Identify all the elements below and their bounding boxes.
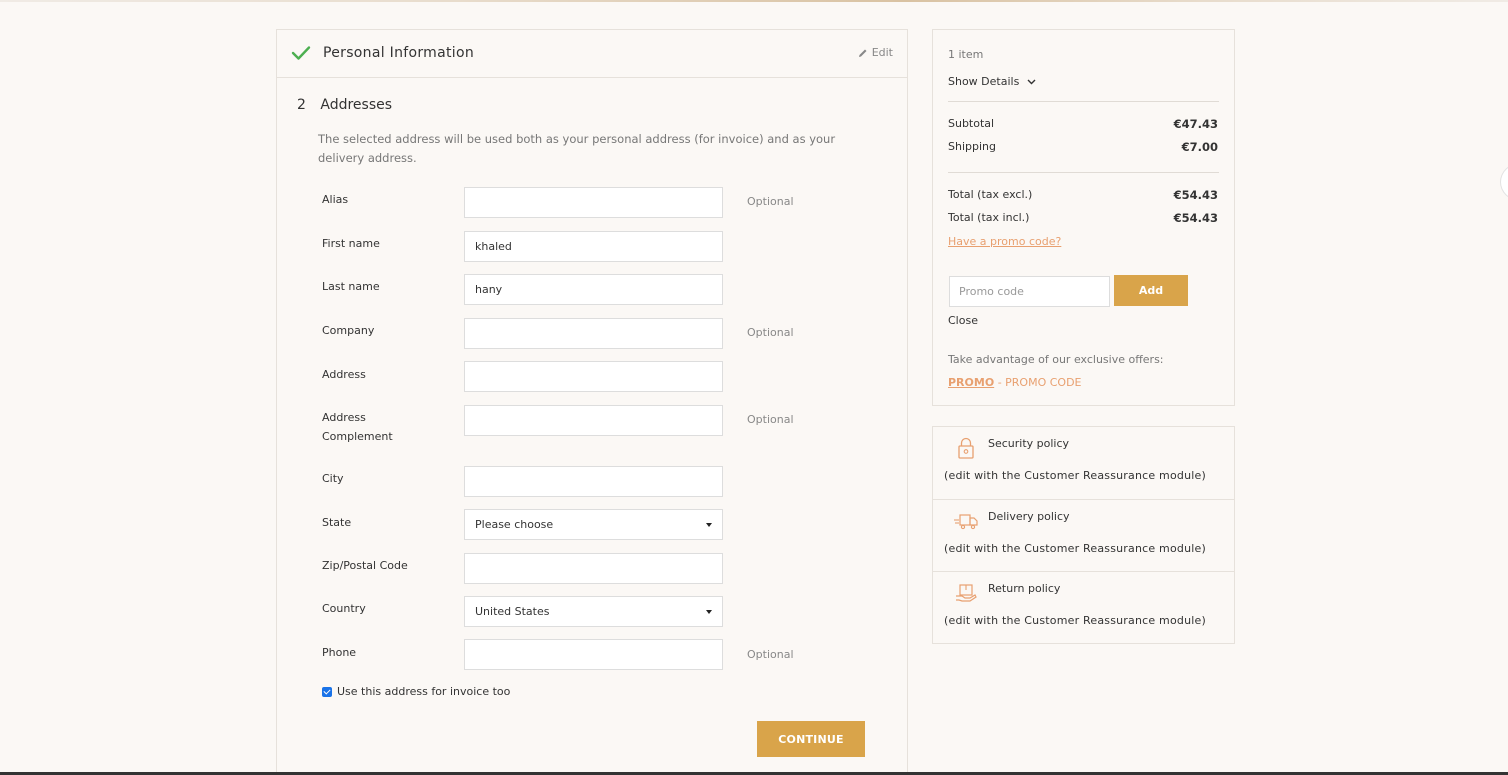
cart-item-count: 1 item <box>948 48 984 61</box>
offers-text: Take advantage of our exclusive offers: <box>948 353 1164 366</box>
total-excl-label: Total (tax excl.) <box>948 188 1033 201</box>
promo-code-input[interactable]: Promo code <box>949 276 1110 307</box>
first-name-input[interactable]: khaled <box>464 231 723 262</box>
edit-personal-link[interactable]: Edit <box>858 46 893 59</box>
subtotal-value: €47.43 <box>1173 117 1218 131</box>
security-policy-item: Security policy (edit with the Customer … <box>933 427 1234 499</box>
city-input[interactable] <box>464 466 723 497</box>
continue-button[interactable]: CONTINUE <box>757 721 865 757</box>
invoice-checkbox-label: Use this address for invoice too <box>337 685 511 698</box>
address-complement-input[interactable] <box>464 405 723 436</box>
state-select[interactable]: Please choose <box>464 509 723 540</box>
phone-label: Phone <box>322 646 357 659</box>
cart-summary-panel: 1 item Show Details Subtotal €47.43 Ship… <box>932 29 1235 406</box>
address-label: Address <box>322 368 366 381</box>
divider <box>948 101 1219 102</box>
alias-optional: Optional <box>747 195 794 208</box>
alias-input[interactable] <box>464 187 723 218</box>
return-policy-item: Return policy (edit with the Customer Re… <box>933 571 1234 643</box>
total-excl-value: €54.43 <box>1173 188 1218 202</box>
state-selected-value: Please choose <box>475 518 554 531</box>
company-label: Company <box>322 324 375 337</box>
personal-information-title: Personal Information <box>323 45 475 61</box>
divider <box>948 172 1219 173</box>
invoice-checkbox[interactable] <box>322 686 332 697</box>
phone-optional: Optional <box>747 648 794 661</box>
offer-line: PROMO - PROMO CODE <box>948 376 1082 389</box>
country-label: Country <box>322 602 366 615</box>
promo-code-link[interactable]: Have a promo code? <box>948 235 1061 248</box>
shipping-label: Shipping <box>948 140 996 153</box>
reassurance-block: Security policy (edit with the Customer … <box>932 426 1235 644</box>
chevron-down-icon <box>1027 79 1036 84</box>
delivery-policy-item: Delivery policy (edit with the Customer … <box>933 499 1234 571</box>
total-incl-value: €54.43 <box>1173 211 1218 225</box>
state-label: State <box>322 516 352 529</box>
delivery-policy-title: Delivery policy <box>988 510 1070 523</box>
side-widget-button[interactable] <box>1500 163 1508 201</box>
personal-information-step[interactable]: Personal Information Edit <box>277 30 907 78</box>
offer-name: - PROMO CODE <box>997 376 1082 389</box>
last-name-input[interactable]: hany <box>464 274 723 305</box>
caret-down-icon <box>706 522 712 527</box>
addresses-description: The selected address will be used both a… <box>318 132 836 165</box>
last-name-label: Last name <box>322 280 380 293</box>
alias-label: Alias <box>322 193 349 206</box>
address-complement-label: Address Complement <box>322 411 393 443</box>
first-name-label: First name <box>322 237 380 250</box>
phone-input[interactable] <box>464 639 723 670</box>
check-icon <box>291 46 311 60</box>
offer-code-link[interactable]: PROMO <box>948 376 994 389</box>
close-promo-link[interactable]: Close <box>948 314 978 327</box>
pencil-icon <box>858 49 867 57</box>
country-select[interactable]: United States <box>464 596 723 627</box>
return-package-icon <box>956 584 977 602</box>
invoice-checkbox-row[interactable]: Use this address for invoice too <box>322 685 510 698</box>
edit-label: Edit <box>871 46 893 59</box>
city-label: City <box>322 472 344 485</box>
step-number: 2 <box>297 97 306 113</box>
company-input[interactable] <box>464 318 723 349</box>
checkout-steps-panel: Personal Information Edit 2 Addresses Th… <box>276 29 908 775</box>
show-details-toggle[interactable]: Show Details <box>948 75 1036 88</box>
return-policy-title: Return policy <box>988 582 1061 595</box>
address-complement-optional: Optional <box>747 413 794 426</box>
delivery-truck-icon <box>954 514 978 530</box>
caret-down-icon <box>706 609 712 614</box>
delivery-policy-subtitle: (edit with the Customer Reassurance modu… <box>944 542 1206 555</box>
addresses-step-header: 2 Addresses <box>297 97 392 113</box>
subtotal-label: Subtotal <box>948 117 995 130</box>
company-optional: Optional <box>747 326 794 339</box>
security-policy-subtitle: (edit with the Customer Reassurance modu… <box>944 469 1206 482</box>
total-incl-label: Total (tax incl.) <box>948 211 1030 224</box>
country-selected-value: United States <box>475 605 550 618</box>
addresses-title: Addresses <box>320 97 393 113</box>
top-decorative-line <box>0 0 1508 2</box>
address-input[interactable] <box>464 361 723 392</box>
security-policy-title: Security policy <box>988 437 1070 450</box>
return-policy-subtitle: (edit with the Customer Reassurance modu… <box>944 614 1206 627</box>
zip-label: Zip/Postal Code <box>322 559 408 572</box>
shipping-value: €7.00 <box>1181 140 1218 154</box>
show-details-label: Show Details <box>948 75 1020 88</box>
add-promo-button[interactable]: Add <box>1114 275 1188 306</box>
zip-input[interactable] <box>464 553 723 584</box>
lock-icon <box>958 437 974 459</box>
